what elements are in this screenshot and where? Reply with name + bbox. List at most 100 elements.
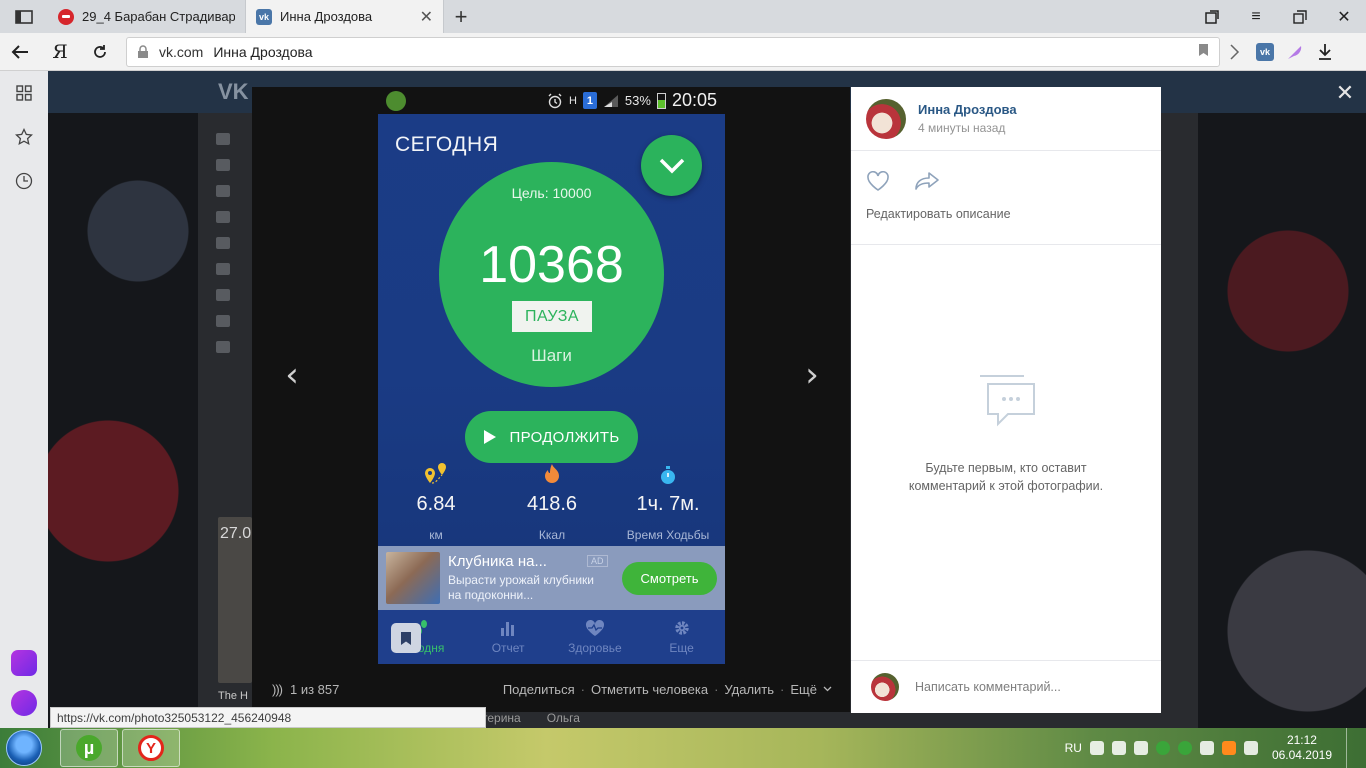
menu-ghost-icon — [216, 315, 230, 327]
utorrent-tray-icon[interactable] — [1155, 741, 1170, 755]
ad-title: Клубника на... — [448, 553, 547, 570]
extension-arrow-icon[interactable] — [1220, 37, 1250, 67]
tab-title: Инна Дроздова — [280, 9, 373, 24]
author-header: Инна Дроздова 4 минуты назад — [851, 87, 1161, 151]
nav-health[interactable]: Здоровье — [552, 610, 639, 664]
tray-security-icon[interactable] — [1221, 741, 1236, 755]
url-field[interactable]: vk.com Инна Дроздова — [126, 36, 1220, 67]
sidebar-apps-button[interactable] — [0, 71, 48, 115]
vk-extension-button[interactable]: vk — [1250, 37, 1280, 67]
close-viewer-icon[interactable]: ✕ — [1332, 80, 1358, 106]
new-tab-button[interactable]: + — [444, 0, 478, 33]
menu-ghost-icon — [216, 341, 230, 353]
gear-icon — [673, 619, 691, 637]
vk-poster-date: 27.0 — [220, 525, 252, 542]
vk-friends-row: терина Ольга — [482, 711, 580, 725]
photo-actions-block: Редактировать описание — [851, 151, 1161, 245]
continue-button[interactable]: ПРОДОЛЖИТЬ — [465, 411, 638, 463]
restore-window-icon[interactable] — [1278, 0, 1322, 33]
nav-more[interactable]: Еще — [638, 610, 725, 664]
bookmark-icon[interactable] — [1198, 43, 1209, 60]
ad-thumbnail — [386, 552, 440, 604]
keyboard-icon[interactable] — [1089, 741, 1104, 755]
nav-report[interactable]: Отчет — [465, 610, 552, 664]
system-clock[interactable]: 21:12 06.04.2019 — [1272, 733, 1332, 763]
nav-label: Отчет — [491, 641, 525, 655]
signal-bars-icon[interactable] — [1243, 741, 1258, 755]
sidebar-favorites-button[interactable] — [0, 115, 48, 159]
yandex-button[interactable]: Я — [40, 33, 80, 71]
tabs-panel-button[interactable] — [0, 0, 48, 33]
separator-dot: · — [780, 681, 785, 697]
url-domain: vk.com — [159, 43, 204, 60]
start-button-icon[interactable] — [6, 730, 42, 766]
show-desktop-button[interactable] — [1346, 728, 1358, 768]
share-action[interactable]: Поделиться — [503, 682, 575, 697]
bookmark-overlay-icon[interactable] — [391, 623, 421, 653]
status-url-tooltip: https://vk.com/photo325053122_456240948 — [50, 707, 486, 728]
phone-screenshot[interactable]: H 1 53% 20:05 СЕГОДНЯ Цель: 10000 10368 … — [378, 87, 725, 664]
steps-count: 10368 — [479, 236, 624, 294]
flame-icon — [494, 459, 610, 485]
author-name[interactable]: Инна Дроздова — [918, 102, 1017, 117]
stat-value: 1ч. 7м. — [636, 493, 700, 515]
edit-description-link[interactable]: Редактировать описание — [866, 207, 1146, 221]
menu-ghost-icon — [216, 159, 230, 171]
volume-icon[interactable] — [1111, 741, 1126, 755]
tab-baraban[interactable]: 29_4 Барабан Страдивари — [48, 0, 246, 33]
menu-icon[interactable]: ≡ — [1234, 0, 1278, 33]
clock-date: 06.04.2019 — [1271, 748, 1332, 762]
next-photo-icon[interactable]: › — [797, 355, 827, 395]
no-comments-line1: Будьте первым, кто оставит — [925, 461, 1087, 475]
like-heart-icon[interactable] — [866, 170, 890, 207]
windows-taskbar: µ Y RU 21:12 06.04.2019 — [0, 728, 1366, 768]
system-tray: RU 21:12 06.04.2019 — [1065, 728, 1366, 768]
network-h-icon: H — [568, 94, 577, 107]
steps-label: Шаги — [531, 346, 572, 365]
more-action[interactable]: Ещё — [790, 682, 817, 697]
tabs-panel-icon — [15, 9, 33, 24]
feather-extension-icon[interactable] — [1280, 37, 1310, 67]
menu-ghost-icon — [216, 237, 230, 249]
delete-action[interactable]: Удалить — [724, 682, 774, 697]
stat-distance: 6.84 км — [378, 459, 494, 542]
download-icon[interactable] — [1310, 37, 1340, 67]
language-indicator[interactable]: RU — [1065, 741, 1082, 755]
ad-tag: AD — [587, 555, 608, 567]
back-button[interactable] — [0, 33, 40, 71]
network-icon[interactable] — [1177, 741, 1192, 755]
tray-app-icon[interactable] — [1133, 741, 1148, 755]
bookmarks-icon[interactable] — [1190, 0, 1234, 33]
utorrent-icon: µ — [76, 735, 102, 761]
chevron-down-icon — [659, 158, 684, 173]
stat-value: 418.6 — [526, 493, 578, 515]
close-window-icon[interactable]: ✕ — [1322, 0, 1366, 33]
nav-label: Еще — [669, 641, 694, 655]
continue-label: ПРОДОЛЖИТЬ — [509, 428, 620, 446]
stat-unit: Время Ходьбы — [626, 528, 710, 542]
comment-input[interactable]: Написать комментарий... — [915, 680, 1061, 694]
alice-voice-icon[interactable] — [11, 690, 37, 716]
prev-photo-icon[interactable]: ‹ — [277, 355, 307, 395]
comment-composer[interactable]: Написать комментарий... — [851, 660, 1161, 713]
live-signal-icon: ))) — [272, 681, 283, 697]
sidebar-history-button[interactable] — [0, 159, 48, 203]
photo-counter-text: 1 из 857 — [290, 681, 340, 697]
no-comments-block: Будьте первым, кто оставит комментарий к… — [851, 374, 1161, 495]
ad-watch-button[interactable]: Смотреть — [622, 561, 717, 595]
tab-inna-drozdova[interactable]: vk Инна Дроздова ✕ — [246, 0, 444, 33]
tray-flag-icon[interactable] — [1199, 741, 1214, 755]
taskbar-utorrent[interactable]: µ — [60, 729, 118, 767]
reload-button[interactable] — [80, 33, 120, 71]
tab-title: 29_4 Барабан Страдивари — [82, 9, 235, 24]
share-arrow-icon[interactable] — [914, 171, 940, 207]
vk-extension-icon: vk — [1256, 42, 1274, 61]
alice-app-icon[interactable] — [11, 650, 37, 676]
chevron-down-icon[interactable] — [823, 686, 832, 692]
nav-label: Здоровье — [568, 641, 622, 655]
author-avatar[interactable] — [866, 98, 906, 139]
taskbar-yandex-browser[interactable]: Y — [122, 729, 180, 767]
close-tab-icon[interactable]: ✕ — [420, 7, 433, 27]
ad-banner[interactable]: Клубника на... Вырасти урожай клубники н… — [378, 546, 725, 610]
tag-person-action[interactable]: Отметить человека — [591, 682, 708, 697]
